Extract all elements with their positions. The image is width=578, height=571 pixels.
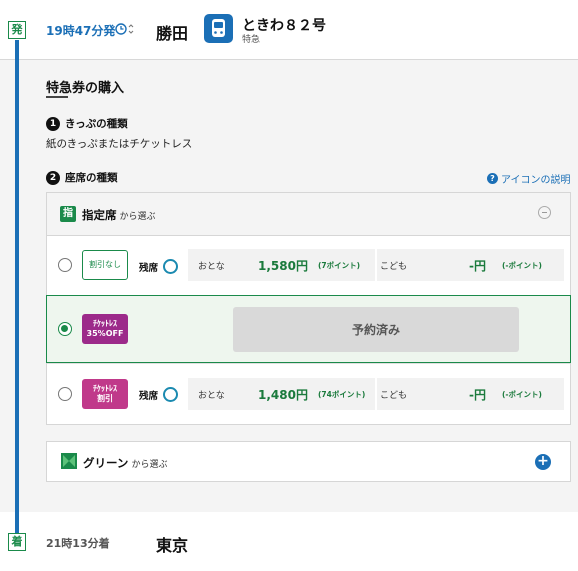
adult-label: おとな [198,390,225,401]
adult-price: 1,580円 [258,258,308,273]
step1-heading: 1 きっぷの種類 [46,116,128,131]
green-car-icon [61,453,77,469]
child-points: (-ポイント) [502,389,542,399]
train-type: 特急 [242,35,261,45]
fare-tag-ticketless-35off: ﾁｹｯﾄﾚｽ 35%OFF [82,314,128,344]
fare-tag-no-discount: 割引なし [82,250,128,280]
clock-icon[interactable] [114,20,136,38]
reserved-seat-header[interactable]: 指 指定席 から選ぶ [47,193,570,236]
child-label: こども [380,261,408,272]
tag-line1: ﾁｹｯﾄﾚｽ [92,319,117,328]
vacancy-label: 残席 [139,262,159,274]
child-label: こども [380,390,408,401]
fare-radio-ticketless-discount[interactable] [58,387,72,401]
vacancy-circle-icon [163,387,179,402]
reserved-seat-panel: 指 指定席 から選ぶ 割引なし 残席 おとな 1,580円 (7ポイント) こども… [46,192,571,425]
tag-line2: 35%OFF [86,329,124,338]
fare-row-ticketless-discount[interactable]: ﾁｹｯﾄﾚｽ 割引 残席 おとな 1,480円 (74ポイント) こども -円 … [47,363,570,425]
departure-station: 勝田 [156,24,189,43]
arrival-badge: 着 [8,533,26,551]
timeline-line [15,40,19,538]
adult-price: 1,480円 [258,387,308,402]
departure-time: 19時47分発 [46,24,116,38]
reserved-status-button: 予約済み [233,307,519,352]
child-price: -円 [469,387,486,402]
green-car-suffix: から選ぶ [131,460,168,470]
step1-label: きっぷの種類 [65,118,128,130]
vacancy-indicator: 残席 [139,259,179,274]
green-car-title: グリーン から選ぶ [83,455,167,471]
fare-radio-no-discount[interactable] [58,258,72,272]
ticket-type-value: 紙のきっぷまたはチケットレス [46,138,193,150]
help-icon: ? [487,173,498,184]
vacancy-label: 残席 [139,390,159,402]
arrival-station: 東京 [156,536,189,555]
reserved-seat-title: 指定席 から選ぶ [82,207,156,223]
fare-row-no-discount[interactable]: 割引なし 残席 おとな 1,580円 (7ポイント) こども -円 (-ポイント… [47,237,570,295]
adult-points: (74ポイント) [318,389,366,399]
adult-points: (7ポイント) [318,260,361,270]
tag-line1: ﾁｹｯﾄﾚｽ [93,384,117,393]
arrival-time: 21時13分着 [46,537,110,550]
vacancy-circle-icon [163,259,179,274]
fare-tag-ticketless-discount: ﾁｹｯﾄﾚｽ 割引 [82,379,128,409]
price-divider [375,378,377,410]
child-price: -円 [469,258,486,273]
expand-plus-icon[interactable]: + [535,454,551,470]
reserved-seat-icon: 指 [60,206,76,222]
child-points: (-ポイント) [502,260,542,270]
price-divider [375,249,377,281]
vacancy-indicator: 残席 [139,387,179,402]
step2-heading: 2 座席の種類 [46,170,118,185]
step2-label: 座席の種類 [65,172,118,184]
adult-label: おとな [198,261,225,272]
step1-number: 1 [46,116,60,131]
tag-line2: 割引 [97,394,113,403]
fare-radio-ticketless-35off[interactable] [58,322,72,336]
green-car-title-text: グリーン [83,456,129,470]
step2-number: 2 [46,170,60,185]
collapse-icon[interactable] [538,206,551,219]
train-icon [204,14,233,43]
help-link-label: アイコンの説明 [501,175,571,186]
reserved-seat-suffix: から選ぶ [119,212,156,222]
fare-row-ticketless-35off[interactable]: ﾁｹｯﾄﾚｽ 35%OFF 予約済み [46,295,571,363]
green-car-panel[interactable]: グリーン から選ぶ + [46,441,571,482]
title-underline [46,96,68,98]
reserved-seat-title-text: 指定席 [82,208,117,222]
price-box: おとな 1,580円 (7ポイント) こども -円 (-ポイント) [188,249,564,281]
section-title: 特急券の購入 [46,81,125,96]
price-box: おとな 1,480円 (74ポイント) こども -円 (-ポイント) [188,378,564,410]
icon-help-link[interactable]: ? アイコンの説明 [487,171,571,186]
departure-badge: 発 [8,21,26,39]
